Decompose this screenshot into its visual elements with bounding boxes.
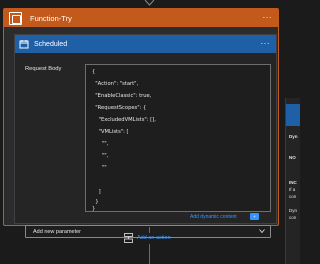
scope-title: Function-Try [30,13,72,23]
trigger-menu-button[interactable]: ··· [261,40,271,48]
designer-canvas: Function-Try ··· Scheduled ··· Request B… [0,0,300,264]
add-dynamic-content-link[interactable]: Add dynamic content [190,214,237,220]
add-action-button[interactable]: Add an action [124,233,171,243]
chevron-down-icon [259,229,265,234]
side-panel-text: Dyn [289,134,298,139]
code-line: "" [92,165,107,171]
code-line: } [92,206,96,212]
code-line: "", [92,153,109,159]
request-body-editor[interactable]: { "Action": "start", "EnableClassic": tr… [85,64,271,212]
code-line: "RequestScopes": { [92,105,147,111]
code-line: "ExcludedVMLists": [], [92,117,156,123]
side-panel-text: con [289,215,297,220]
code-line: { [92,69,96,75]
dropdown-value: Add new parameter [33,229,81,235]
side-panel-text: NO [289,155,296,160]
code-line: } [92,199,99,205]
scope-header[interactable]: Function-Try ··· [4,9,278,27]
scope-card-function-try[interactable]: Function-Try ··· Scheduled ··· Request B… [3,8,279,238]
code-line: ] [92,189,101,195]
code-line: "EnableClassic": true, [92,93,152,99]
request-body-label: Request Body [25,66,62,72]
side-panel-text: con [289,194,297,199]
schedule-icon [19,39,29,49]
scope-menu-button[interactable]: ··· [263,14,273,22]
side-panel-text: INC [289,180,297,185]
side-panel-text: Dyn [289,208,298,213]
side-panel-tab[interactable] [286,104,300,126]
trigger-card-scheduled[interactable]: Scheduled ··· Request Body { "Action": "… [14,34,277,238]
trigger-title: Scheduled [34,40,68,48]
dynamic-content-badge-icon[interactable]: + [250,213,259,220]
trigger-header[interactable]: Scheduled ··· [15,35,276,53]
connector-line [149,244,150,264]
add-action-icon [124,233,133,243]
arrow-down-icon [144,0,155,6]
code-line: "", [92,141,109,147]
code-line: "VMLists": [ [92,129,129,135]
code-line: "Action": "start", [92,81,139,87]
add-action-label: Add an action [137,235,171,241]
scope-icon [9,11,22,25]
side-panel-text: If a [289,187,296,192]
